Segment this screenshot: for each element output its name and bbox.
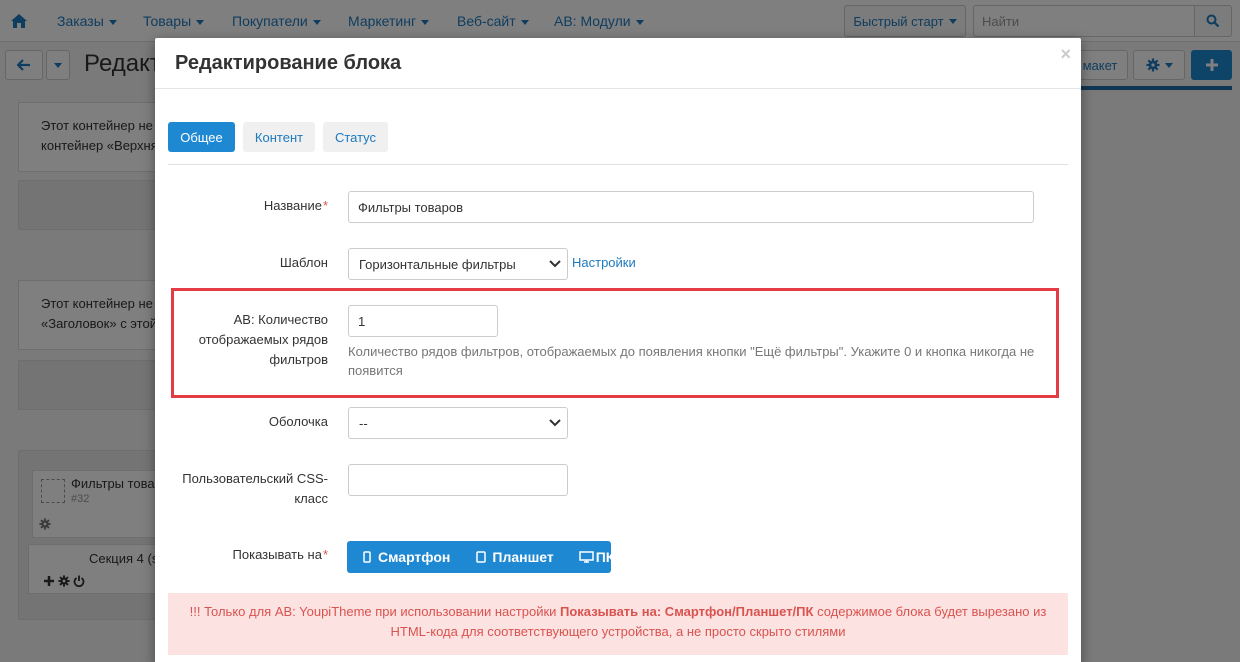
smartphone-icon	[363, 551, 371, 563]
ab-rows-input[interactable]	[348, 305, 498, 337]
show-on-label: Показывать на*	[232, 547, 328, 562]
wrapper-label: Оболочка	[268, 414, 328, 429]
wrapper-select[interactable]: --	[348, 407, 568, 439]
device-warning-alert: !!! Только для AB: YoupiTheme при исполь…	[168, 593, 1068, 655]
required-marker: *	[322, 198, 328, 213]
desktop-icon	[578, 551, 594, 563]
tab-content[interactable]: Контент	[243, 122, 315, 152]
modal-header-divider	[155, 88, 1081, 89]
toggle-smartphone[interactable]: Смартфон	[363, 541, 450, 573]
tablet-icon	[476, 551, 487, 563]
css-class-input[interactable]	[348, 464, 568, 496]
chevron-down-icon	[549, 419, 561, 427]
tab-status[interactable]: Статус	[323, 122, 388, 152]
toggle-tablet[interactable]: Планшет	[476, 541, 554, 573]
ab-rows-label: AB: Количество отображаемых рядов фильтр…	[198, 312, 328, 367]
name-label: Название*	[263, 198, 328, 213]
tab-general[interactable]: Общее	[168, 122, 235, 152]
edit-block-modal: Редактирование блока × Общее Контент Ста…	[155, 38, 1081, 662]
chevron-down-icon	[549, 260, 561, 268]
template-select[interactable]: Горизонтальные фильтры	[348, 248, 568, 280]
modal-title: Редактирование блока	[175, 52, 402, 74]
tabs-divider	[168, 164, 1068, 165]
ab-rows-help: Количество рядов фильтров, отображаемых …	[348, 344, 1035, 378]
show-on-toggle-group: Смартфон Планшет ПК	[347, 541, 614, 573]
template-label: Шаблон	[279, 255, 328, 270]
css-class-label: Пользовательский CSS- класс	[182, 471, 328, 506]
name-input[interactable]	[348, 191, 1034, 223]
close-icon[interactable]: ×	[1060, 44, 1071, 65]
toggle-desktop[interactable]: ПК	[578, 541, 614, 573]
template-settings-link[interactable]: Настройки	[572, 255, 636, 270]
required-marker: *	[322, 547, 328, 562]
